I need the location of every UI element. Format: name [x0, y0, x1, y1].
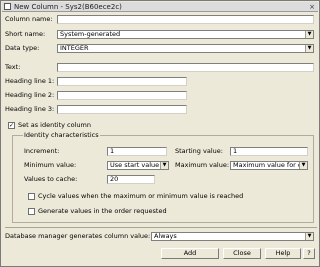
chevron-down-icon[interactable]: ▼ — [299, 162, 307, 169]
generate-order-label: Generate values in the order requested — [38, 207, 167, 215]
generates-combo[interactable]: Always ▼ — [151, 232, 314, 241]
help-button[interactable]: Help — [265, 248, 301, 259]
values-to-cache-input[interactable]: 20 — [107, 175, 155, 184]
starting-value-input[interactable]: 1 — [230, 147, 308, 156]
cycle-values-label: Cycle values when the maximum or minimum… — [38, 192, 244, 200]
new-column-dialog: New Column - Sys2(B60ece2c) × Column nam… — [0, 0, 320, 267]
cycle-values-checkbox[interactable] — [28, 193, 35, 200]
identity-checkbox-label: Set as identity column — [18, 121, 91, 129]
chevron-down-icon[interactable]: ▼ — [305, 45, 313, 52]
minimum-value-label: Minimum value: — [24, 161, 77, 169]
heading-line-2-input[interactable] — [57, 91, 187, 100]
maximum-value-combo[interactable]: Maximum value for data type ▼ — [230, 161, 308, 170]
chevron-down-icon[interactable]: ▼ — [305, 31, 313, 38]
increment-label: Increment: — [24, 147, 60, 155]
identity-group-title: Identity characteristics — [23, 131, 100, 139]
starting-value-label: Starting value: — [175, 147, 223, 155]
data-type-label: Data type: — [5, 44, 40, 52]
close-icon[interactable]: × — [308, 3, 316, 11]
heading-line-1-label: Heading line 1: — [5, 77, 55, 85]
title-bar: New Column - Sys2(B60ece2c) × — [2, 2, 318, 12]
heading-line-1-input[interactable] — [57, 77, 187, 86]
short-name-label: Short name: — [5, 30, 46, 38]
heading-line-3-label: Heading line 3: — [5, 105, 55, 113]
window-icon — [4, 3, 11, 10]
short-name-value: System-generated — [60, 30, 121, 38]
text-input[interactable] — [57, 63, 314, 72]
generates-label: Database manager generates column value: — [5, 232, 151, 240]
data-type-combo[interactable]: INTEGER ▼ — [57, 44, 314, 53]
column-name-input[interactable] — [57, 15, 314, 24]
minimum-value-value: Use start value — [110, 161, 160, 169]
identity-checkbox[interactable]: ✓ — [8, 122, 15, 129]
minimum-value-combo[interactable]: Use start value ▼ — [107, 161, 169, 170]
maximum-value-value: Maximum value for data type — [233, 161, 307, 169]
increment-input[interactable]: 1 — [107, 147, 167, 156]
chevron-down-icon[interactable]: ▼ — [305, 233, 313, 240]
column-name-label: Column name: — [5, 15, 53, 23]
data-type-value: INTEGER — [60, 44, 89, 52]
help-question-button[interactable]: ? — [303, 248, 315, 259]
values-to-cache-label: Values to cache: — [24, 175, 78, 183]
close-button[interactable]: Close — [223, 248, 261, 259]
generates-value: Always — [154, 232, 177, 240]
short-name-combo[interactable]: System-generated ▼ — [57, 30, 314, 39]
add-button[interactable]: Add — [161, 248, 219, 259]
chevron-down-icon[interactable]: ▼ — [160, 162, 168, 169]
generate-order-checkbox[interactable] — [28, 208, 35, 215]
separator — [5, 227, 317, 228]
text-label: Text: — [5, 63, 21, 71]
heading-line-2-label: Heading line 2: — [5, 91, 55, 99]
maximum-value-label: Maximum value: — [175, 161, 230, 169]
window-title: New Column - Sys2(B60ece2c) — [14, 3, 122, 11]
heading-line-3-input[interactable] — [57, 105, 187, 114]
